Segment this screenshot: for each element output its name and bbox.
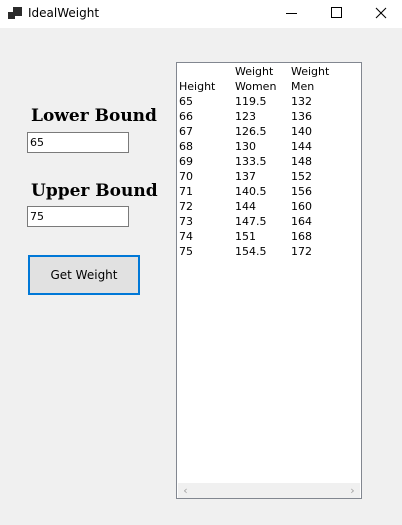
men-weight-cell: 140 <box>291 125 312 138</box>
men-weight-cell: 152 <box>291 170 312 183</box>
chevron-right-icon[interactable]: › <box>345 483 360 498</box>
women-weight-cell: 154.5 <box>235 245 267 258</box>
list-item[interactable]: 73 147.5 164 <box>179 215 359 230</box>
women-weight-cell: 137 <box>235 170 256 183</box>
chevron-left-icon[interactable]: ‹ <box>178 483 193 498</box>
men-weight-cell: 164 <box>291 215 312 228</box>
height-cell: 75 <box>179 245 193 258</box>
height-cell: 73 <box>179 215 193 228</box>
height-cell: 67 <box>179 125 193 138</box>
men-weight-cell: 136 <box>291 110 312 123</box>
women-weight-cell: 130 <box>235 140 256 153</box>
women-weight-cell: 147.5 <box>235 215 267 228</box>
list-item[interactable]: 71 140.5 156 <box>179 185 359 200</box>
women-weight-cell: 126.5 <box>235 125 267 138</box>
minimize-button[interactable] <box>268 0 314 28</box>
list-item[interactable]: 74 151 168 <box>179 230 359 245</box>
header-women-weight: Weight <box>235 65 274 78</box>
women-weight-cell: 144 <box>235 200 256 213</box>
upper-bound-input[interactable] <box>27 206 129 227</box>
list-item[interactable]: 72 144 160 <box>179 200 359 215</box>
header-men-weight: Weight <box>291 65 330 78</box>
list-item[interactable]: 66 123 136 <box>179 110 359 125</box>
height-cell: 72 <box>179 200 193 213</box>
men-weight-cell: 168 <box>291 230 312 243</box>
women-weight-cell: 140.5 <box>235 185 267 198</box>
get-weight-button[interactable]: Get Weight <box>28 255 140 295</box>
men-weight-cell: 160 <box>291 200 312 213</box>
list-item[interactable]: 70 137 152 <box>179 170 359 185</box>
height-cell: 74 <box>179 230 193 243</box>
women-weight-cell: 133.5 <box>235 155 267 168</box>
header-women: Women <box>235 80 277 93</box>
list-item[interactable]: 75 154.5 172 <box>179 245 359 260</box>
close-button[interactable] <box>358 0 402 28</box>
window-title: IdealWeight <box>28 6 100 20</box>
lower-bound-input[interactable] <box>27 132 129 153</box>
men-weight-cell: 132 <box>291 95 312 108</box>
weight-listbox[interactable]: Weight Weight Height Women Men 65 119.5 13… <box>176 62 362 499</box>
horizontal-scrollbar[interactable]: ‹ › <box>178 483 360 498</box>
maximize-button[interactable] <box>313 0 359 28</box>
list-item[interactable]: 65 119.5 132 <box>179 95 359 110</box>
header-row-2: Height Women Men <box>179 80 359 95</box>
height-cell: 71 <box>179 185 193 198</box>
women-weight-cell: 123 <box>235 110 256 123</box>
maximize-icon <box>331 7 342 18</box>
minimize-icon <box>286 13 297 14</box>
lower-bound-label: Lower Bound <box>31 106 157 126</box>
women-weight-cell: 151 <box>235 230 256 243</box>
height-cell: 70 <box>179 170 193 183</box>
men-weight-cell: 148 <box>291 155 312 168</box>
men-weight-cell: 144 <box>291 140 312 153</box>
list-item[interactable]: 69 133.5 148 <box>179 155 359 170</box>
title-bar: IdealWeight <box>0 0 402 28</box>
header-men: Men <box>291 80 315 93</box>
women-weight-cell: 119.5 <box>235 95 267 108</box>
height-cell: 69 <box>179 155 193 168</box>
app-icon <box>8 7 22 21</box>
close-icon <box>375 7 387 19</box>
upper-bound-label: Upper Bound <box>31 181 158 201</box>
men-weight-cell: 172 <box>291 245 312 258</box>
list-item[interactable]: 67 126.5 140 <box>179 125 359 140</box>
men-weight-cell: 156 <box>291 185 312 198</box>
header-height: Height <box>179 80 216 93</box>
header-row-1: Weight Weight <box>179 65 359 80</box>
height-cell: 68 <box>179 140 193 153</box>
height-cell: 66 <box>179 110 193 123</box>
height-cell: 65 <box>179 95 193 108</box>
list-item[interactable]: 68 130 144 <box>179 140 359 155</box>
